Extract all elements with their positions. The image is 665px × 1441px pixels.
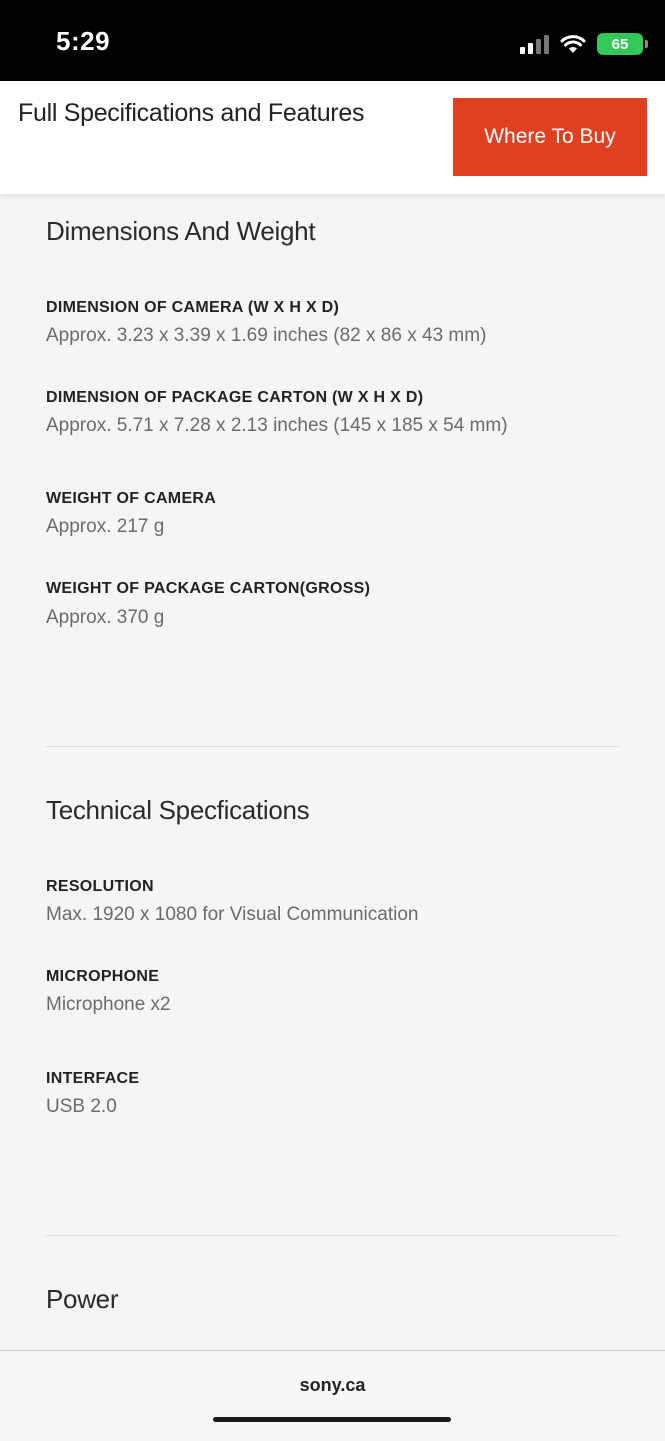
wifi-icon xyxy=(560,35,586,53)
spec-value: Approx. 217 g xyxy=(46,516,165,537)
status-time: 5:29 xyxy=(56,26,111,56)
page-title: Full Specifications and Features xyxy=(18,99,365,127)
spec-value: Microphone x2 xyxy=(46,994,171,1015)
section-title-technical[interactable]: Technical Specfications xyxy=(46,795,310,826)
cellular-signal-icon xyxy=(520,34,549,54)
section-divider xyxy=(46,1235,619,1236)
spec-value: Approx. 3.23 x 3.39 x 1.69 inches (82 x … xyxy=(46,325,487,346)
where-to-buy-button[interactable]: Where To Buy xyxy=(453,98,647,176)
spec-label: RESOLUTION xyxy=(46,878,154,895)
section-title-power[interactable]: Power xyxy=(46,1284,119,1315)
spec-value: USB 2.0 xyxy=(46,1096,117,1117)
spec-value: Approx. 5.71 x 7.28 x 2.13 inches (145 x… xyxy=(46,415,508,436)
spec-label: INTERFACE xyxy=(46,1070,140,1087)
battery-icon: 65 xyxy=(597,33,648,55)
spec-label: DIMENSION OF PACKAGE CARTON (W X H X D) xyxy=(46,389,424,406)
spec-label: DIMENSION OF CAMERA (W X H X D) xyxy=(46,299,340,316)
spec-value: Approx. 370 g xyxy=(46,607,165,628)
home-indicator[interactable] xyxy=(213,1417,451,1422)
browser-address-bar[interactable]: sony.ca xyxy=(0,1350,665,1441)
specs-header: Full Specifications and Features Where T… xyxy=(0,81,665,194)
status-icons: 65 xyxy=(520,30,648,58)
status-bar: 5:29 65 xyxy=(0,0,665,81)
spec-value: Max. 1920 x 1080 for Visual Communicatio… xyxy=(46,904,419,925)
section-title-dimensions[interactable]: Dimensions And Weight xyxy=(46,216,316,247)
url-text[interactable]: sony.ca xyxy=(0,1375,665,1396)
spec-label: WEIGHT OF PACKAGE CARTON(GROSS) xyxy=(46,580,371,597)
spec-label: MICROPHONE xyxy=(46,968,160,985)
section-divider xyxy=(46,746,619,747)
battery-level: 65 xyxy=(611,35,629,53)
spec-label: WEIGHT OF CAMERA xyxy=(46,490,217,507)
